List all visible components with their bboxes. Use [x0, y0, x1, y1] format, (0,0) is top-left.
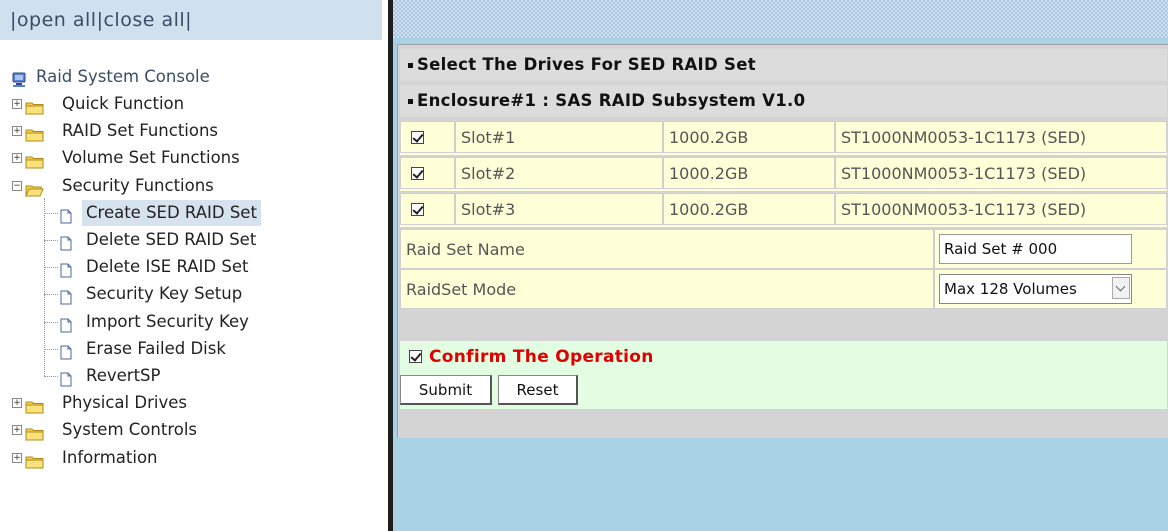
reset-button[interactable]: Reset: [498, 375, 578, 405]
tree-child-label: Create SED RAID Set: [82, 199, 261, 226]
confirm-label: Confirm The Operation: [429, 347, 654, 367]
raid-set-name-row: Raid Set Name: [400, 229, 1167, 269]
tree-connector: [44, 348, 58, 350]
folder-icon: [25, 396, 44, 414]
tree-connector: [44, 267, 58, 269]
drive-model: ST1000NM0053-1C1173 (SED): [835, 121, 1167, 153]
drive-model: ST1000NM0053-1C1173 (SED): [835, 193, 1167, 225]
enclosure-text: Enclosure#1 : SAS RAID Subsystem V1.0: [417, 91, 806, 110]
bullet-icon: [408, 63, 413, 68]
raid-set-name-input[interactable]: [939, 234, 1132, 264]
confirm-checkbox[interactable]: [409, 350, 422, 363]
document-icon: [60, 260, 72, 278]
drive-select-cell: [400, 121, 455, 153]
drive-row: Slot#2 1000.2GB ST1000NM0053-1C1173 (SED): [400, 157, 1167, 191]
collapse-icon[interactable]: −: [12, 180, 22, 191]
navigation-tree: |open all|close all| Raid System Console…: [0, 0, 388, 531]
expand-icon[interactable]: +: [12, 452, 22, 463]
tree-item-label: Quick Function: [62, 94, 185, 113]
enclosure-header: Enclosure#1 : SAS RAID Subsystem V1.0: [400, 85, 1167, 117]
drive-checkbox[interactable]: [411, 131, 424, 144]
raidset-mode-select[interactable]: Max 128 Volumes: [939, 274, 1132, 304]
folder-icon: [25, 423, 44, 441]
bullet-icon: [408, 99, 413, 104]
open-close-bar: |open all|close all|: [0, 0, 382, 40]
header-pattern: [393, 0, 1168, 38]
tree-connector: [44, 197, 45, 377]
drive-size: 1000.2GB: [663, 121, 835, 153]
tree-connector: [44, 376, 58, 377]
document-icon: [60, 369, 72, 387]
document-icon: [60, 287, 72, 305]
raidset-mode-row: RaidSet Mode Max 128 Volumes: [400, 269, 1167, 309]
drive-slot: Slot#3: [455, 193, 663, 225]
folder-icon: [25, 451, 44, 469]
tree-child-label: RevertSP: [86, 366, 161, 385]
expand-icon[interactable]: +: [12, 126, 22, 137]
raid-set-name-label: Raid Set Name: [400, 229, 934, 269]
form-title: Select The Drives For SED RAID Set: [400, 49, 1167, 81]
raid-set-name-cell: [934, 229, 1167, 269]
chevron-down-icon[interactable]: [1112, 277, 1130, 299]
tree-item-label: Information: [62, 447, 158, 467]
tree-connector: [44, 294, 58, 296]
drive-checkbox[interactable]: [411, 203, 424, 216]
tree-child-label: Delete SED RAID Set: [86, 230, 257, 249]
drive-select-cell: [400, 193, 455, 225]
tree-item-label: RAID Set Functions: [62, 121, 219, 141]
document-icon: [60, 233, 72, 251]
tree-child-label: Import Security Key: [86, 311, 249, 331]
button-row: Submit Reset: [400, 373, 1167, 409]
tree-child-label: Erase Failed Disk: [86, 338, 226, 358]
drive-slot: Slot#1: [455, 121, 663, 153]
expand-icon[interactable]: +: [12, 398, 22, 409]
submit-button[interactable]: Submit: [400, 375, 492, 405]
drive-checkbox[interactable]: [411, 167, 424, 180]
tree-root-label: Raid System Console: [36, 67, 210, 86]
form-title-text: Select The Drives For SED RAID Set: [417, 55, 756, 74]
tree-item-label: System Controls: [62, 420, 198, 440]
drive-row: Slot#1 1000.2GB ST1000NM0053-1C1173 (SED): [400, 121, 1167, 155]
open-all-link[interactable]: open all: [17, 9, 97, 31]
tree-child-label: Security Key Setup: [86, 284, 243, 304]
drive-select-cell: [400, 157, 455, 189]
document-icon: [60, 315, 72, 333]
drive-size: 1000.2GB: [663, 193, 835, 225]
confirm-row: Confirm The Operation: [400, 341, 1167, 373]
expand-icon[interactable]: +: [12, 153, 22, 164]
drive-row: Slot#3 1000.2GB ST1000NM0053-1C1173 (SED): [400, 193, 1167, 227]
folder-open-icon: [25, 179, 44, 198]
tree-child-label: Delete ISE RAID Set: [86, 257, 249, 277]
drive-slot: Slot#2: [455, 157, 663, 189]
raidset-mode-cell: Max 128 Volumes: [934, 269, 1167, 309]
close-all-link[interactable]: close all: [103, 9, 185, 31]
document-icon: [60, 206, 72, 224]
tree-connector: [44, 240, 58, 241]
expand-icon[interactable]: +: [12, 425, 22, 436]
raidset-mode-label: RaidSet Mode: [400, 269, 934, 309]
drive-size: 1000.2GB: [663, 157, 835, 189]
folder-icon: [25, 151, 44, 169]
tree-item-label: Volume Set Functions: [62, 148, 240, 168]
content-frame: Select The Drives For SED RAID Set Enclo…: [393, 0, 1168, 531]
tree-item-label: Physical Drives: [62, 393, 187, 413]
tree-connector: [44, 212, 58, 214]
folder-icon: [25, 97, 44, 115]
sed-raid-form: Select The Drives For SED RAID Set Enclo…: [397, 44, 1168, 438]
separator: |: [10, 9, 17, 31]
console-icon: [10, 70, 28, 87]
folder-icon: [25, 124, 44, 142]
tree-connector: [44, 321, 58, 323]
drive-model: ST1000NM0053-1C1173 (SED): [835, 157, 1167, 189]
tree-item-label: Security Functions: [62, 175, 214, 195]
separator: |: [185, 9, 193, 31]
raidset-mode-value: Max 128 Volumes: [944, 280, 1077, 298]
expand-icon[interactable]: +: [12, 99, 22, 109]
document-icon: [60, 342, 72, 360]
